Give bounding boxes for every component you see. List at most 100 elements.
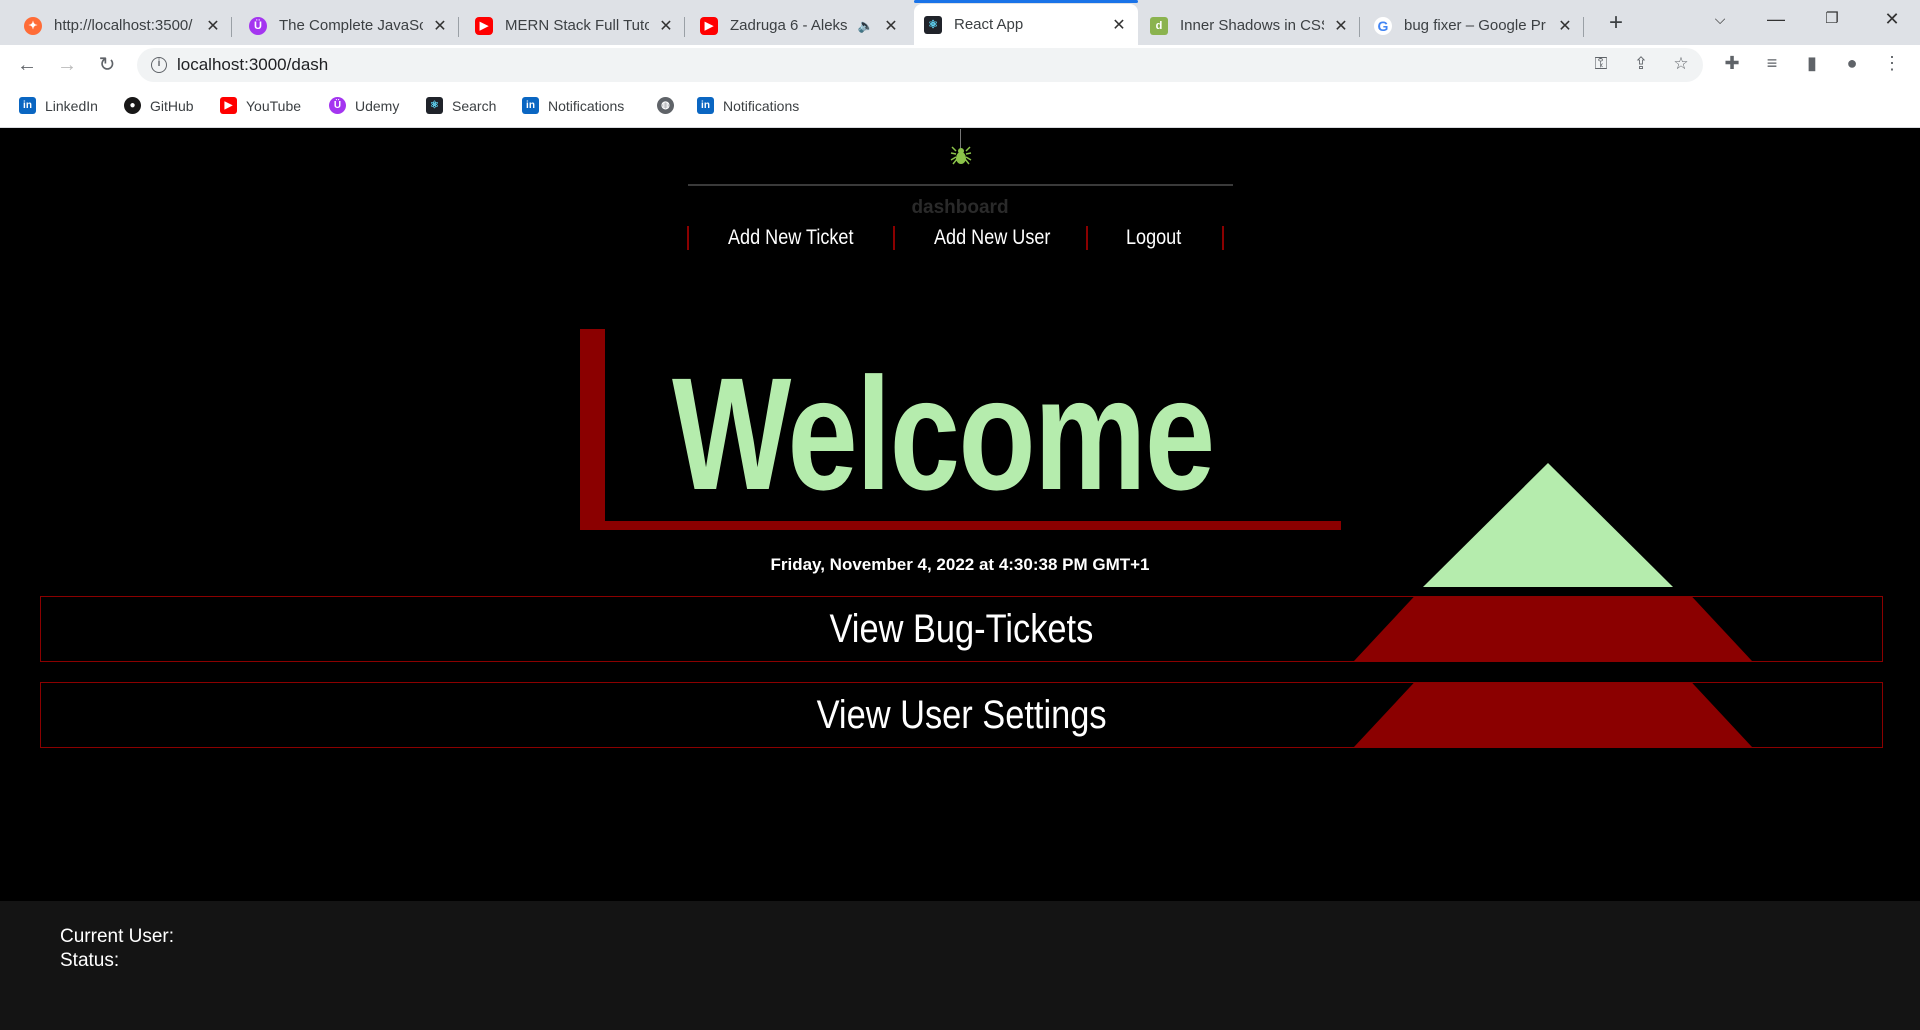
welcome-heading: Welcome <box>672 344 1215 523</box>
tab-title: React App <box>954 16 1024 33</box>
new-tab-button[interactable]: + <box>1598 6 1634 42</box>
bookmark-label: LinkedIn <box>45 97 98 114</box>
linkedin-icon: in <box>522 97 539 114</box>
nav-divider <box>687 226 689 250</box>
view-bug-tickets-button[interactable]: View Bug-Tickets <box>40 596 1883 662</box>
close-icon[interactable]: ✕ <box>431 16 449 36</box>
udemy-icon: Ü <box>249 16 267 35</box>
current-user-label: Current User: <box>60 926 175 947</box>
tab-search-icon[interactable]: ⌵ <box>1692 0 1748 40</box>
bookmark-udemy[interactable]: Ü Udemy <box>329 97 399 114</box>
tab-javascript-course[interactable]: Ü The Complete JavaScr ✕ <box>239 6 459 45</box>
extensions-icon[interactable]: ✚ <box>1718 53 1746 77</box>
green-triangle-decoration <box>1423 463 1673 587</box>
header-divider <box>688 184 1233 186</box>
view-bug-tickets-label: View Bug-Tickets <box>829 607 1094 651</box>
tab-divider <box>1359 17 1360 37</box>
postman-icon: ✦ <box>24 16 42 35</box>
tab-react-app[interactable]: ⚛ React App ✕ <box>914 0 1138 45</box>
linkedin-icon: in <box>697 97 714 114</box>
tab-bug-fixer[interactable]: G bug fixer – Google Pr ✕ <box>1364 6 1584 45</box>
d-icon: d <box>1150 16 1168 35</box>
react-icon: ⚛ <box>924 15 942 34</box>
dashboard-page: dashboard Add New Ticket Add New User Lo… <box>0 129 1920 1030</box>
bookmark-label: Notifications <box>548 97 625 114</box>
browser-toolbar: ← → ↻ i localhost:3000/dash ⚿ ⇪ ☆ ✚ ≡ ▮ … <box>0 45 1920 85</box>
close-window-button[interactable]: ✕ <box>1864 0 1920 40</box>
url-text[interactable]: localhost:3000/dash <box>177 55 328 75</box>
close-icon[interactable]: ✕ <box>1556 16 1574 36</box>
nav-divider <box>1086 226 1088 250</box>
bookmark-label: GitHub <box>150 97 194 114</box>
bookmark-youtube[interactable]: ▶ YouTube <box>220 97 301 114</box>
bookmark-notifications-2[interactable]: in Notifications <box>697 97 799 114</box>
tab-divider <box>684 17 685 37</box>
tab-title: bug fixer – Google Pr <box>1404 17 1546 34</box>
tab-zadruga[interactable]: ▶ Zadruga 6 - Aleks 🔈 ✕ <box>690 6 910 45</box>
tab-divider <box>231 17 232 37</box>
button-label: View Bug-Tickets <box>41 607 1882 652</box>
forward-button[interactable]: → <box>51 49 83 81</box>
close-icon[interactable]: ✕ <box>1110 15 1128 35</box>
tab-inner-shadows[interactable]: d Inner Shadows in CSS ✕ <box>1140 6 1360 45</box>
react-icon: ⚛ <box>426 97 443 114</box>
youtube-icon: ▶ <box>220 97 237 114</box>
close-icon[interactable]: ✕ <box>204 16 222 36</box>
bookmarks-bar: in LinkedIn ● GitHub ▶ YouTube Ü Udemy ⚛… <box>0 85 1920 128</box>
linkedin-icon: in <box>19 97 36 114</box>
bookmark-github[interactable]: ● GitHub <box>124 97 194 114</box>
tab-title: Inner Shadows in CSS <box>1180 17 1324 34</box>
tab-title: The Complete JavaScr <box>279 17 423 34</box>
menu-kebab-icon[interactable]: ⋮ <box>1878 53 1906 77</box>
bookmark-label: Search <box>452 97 497 114</box>
bookmark-globe[interactable]: ◍ <box>657 97 683 114</box>
bookmark-search[interactable]: ⚛ Search <box>426 97 496 114</box>
close-icon[interactable]: ✕ <box>1332 16 1350 36</box>
profile-avatar-icon[interactable]: ● <box>1838 53 1866 77</box>
browser-tab-strip: ✦ http://localhost:3500/ ✕ Ü The Complet… <box>0 0 1920 45</box>
google-icon: G <box>1374 16 1392 35</box>
tab-title: http://localhost:3500/ <box>54 17 193 34</box>
dashboard-footer: Current User: Status: <box>0 901 1920 1030</box>
tab-localhost-3500[interactable]: ✦ http://localhost:3500/ ✕ <box>14 6 232 45</box>
view-user-settings-button[interactable]: View User Settings <box>40 682 1883 748</box>
key-icon[interactable]: ⚿ <box>1589 54 1613 76</box>
reading-list-icon[interactable]: ≡ <box>1758 53 1786 77</box>
nav-divider <box>1222 226 1224 250</box>
restore-button[interactable]: ❐ <box>1804 0 1860 40</box>
address-bar[interactable]: i localhost:3000/dash ⚿ ⇪ ☆ <box>137 48 1703 82</box>
page-section-label: dashboard <box>911 197 1009 218</box>
spider-logo-icon <box>950 146 972 165</box>
udemy-icon: Ü <box>329 97 346 114</box>
close-icon[interactable]: ✕ <box>882 16 900 36</box>
youtube-icon: ▶ <box>475 16 493 35</box>
welcome-frame-left <box>580 329 605 530</box>
bookmark-notifications[interactable]: in Notifications <box>522 97 624 114</box>
bookmark-label: YouTube <box>246 97 302 114</box>
back-button[interactable]: ← <box>11 49 43 81</box>
logout-link[interactable]: Logout <box>1126 226 1181 250</box>
minimize-button[interactable]: — <box>1748 0 1804 40</box>
star-icon[interactable]: ☆ <box>1669 54 1693 76</box>
reload-button[interactable]: ↻ <box>91 49 123 81</box>
speaker-icon[interactable]: 🔈 <box>858 18 874 34</box>
globe-icon: ◍ <box>657 97 674 114</box>
bookmark-linkedin[interactable]: in LinkedIn <box>19 97 98 114</box>
tab-divider <box>458 17 459 37</box>
current-datetime: Friday, November 4, 2022 at 4:30:38 PM G… <box>770 555 1150 574</box>
add-new-user-link[interactable]: Add New User <box>934 226 1050 250</box>
add-new-ticket-link[interactable]: Add New Ticket <box>728 226 853 250</box>
github-icon: ● <box>124 97 141 114</box>
status-label: Status: <box>60 950 120 971</box>
share-icon[interactable]: ⇪ <box>1629 54 1653 76</box>
dashboard-nav: Add New Ticket Add New User Logout <box>687 226 1227 254</box>
site-info-icon[interactable]: i <box>151 57 167 73</box>
side-panel-icon[interactable]: ▮ <box>1798 53 1826 77</box>
tab-mern-tutorial[interactable]: ▶ MERN Stack Full Tutor ✕ <box>465 6 685 45</box>
tab-title: MERN Stack Full Tutor <box>505 17 649 34</box>
button-label: View User Settings <box>41 693 1882 738</box>
tab-divider <box>1583 17 1584 37</box>
view-user-settings-label: View User Settings <box>816 693 1107 737</box>
close-icon[interactable]: ✕ <box>657 16 675 36</box>
youtube-icon: ▶ <box>700 16 718 35</box>
